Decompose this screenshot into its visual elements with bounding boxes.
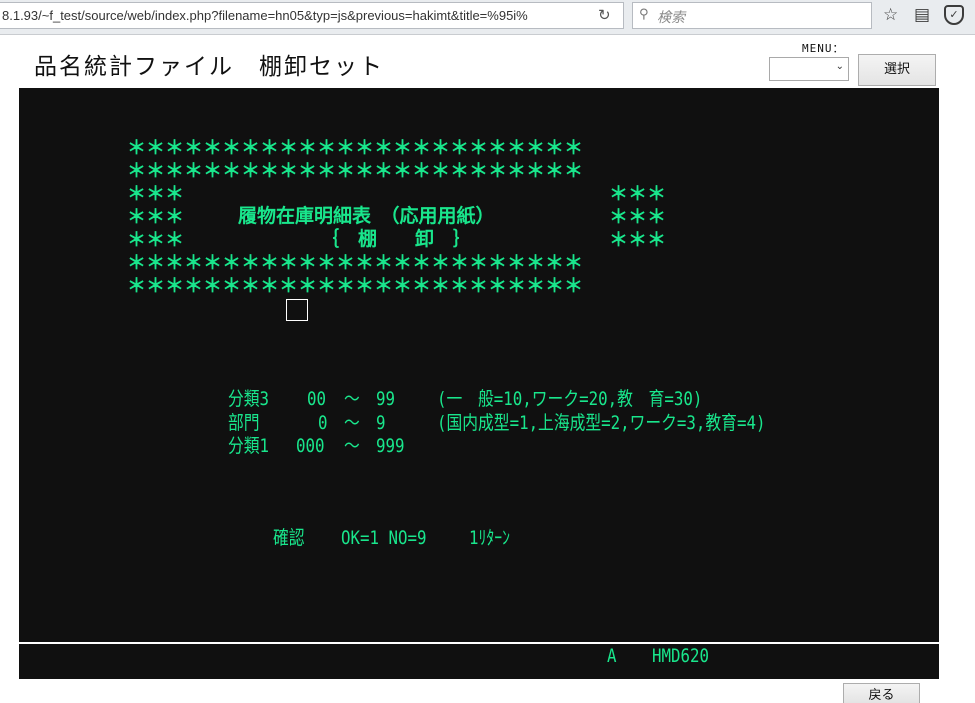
search-icon: ⚲ xyxy=(639,7,649,22)
field-input-bunrui1-from[interactable]: 000 xyxy=(296,435,324,458)
banner-title: 履物在庫明細表 （応用用紙） xyxy=(238,205,495,227)
field-value-bunrui3-to: 99 xyxy=(376,388,395,410)
page-title: 品名統計ファイル 棚卸セット xyxy=(34,54,384,80)
star-icon[interactable]: ☆ xyxy=(883,5,898,25)
status-mode: A xyxy=(607,645,617,667)
pocket-icon[interactable]: ✓ xyxy=(944,5,964,25)
field-note-bunrui3: (一 般=10,ワーク=20,教 育=30) xyxy=(437,388,703,410)
banner-stars-right-3: ＊＊＊ xyxy=(609,229,667,251)
browser-toolbar: 8.1.93/~f_test/source/web/index.php?file… xyxy=(0,0,975,35)
field-value-bumon-to: 9 xyxy=(376,412,386,434)
field-value-bunrui1-to: 999 xyxy=(376,435,405,457)
banner-subtitle: ｛ 棚 卸 ｝ xyxy=(320,228,473,250)
input-cursor xyxy=(286,299,308,321)
reload-icon[interactable]: ↻ xyxy=(598,6,611,24)
field-tilde-3: ～ xyxy=(344,435,360,457)
banner-stars-top-2: ＊＊＊＊＊＊＊＊＊＊＊＊＊＊＊＊＊＊＊＊＊＊＊＊ xyxy=(127,160,584,182)
banner-stars-right-2: ＊＊＊ xyxy=(609,206,667,228)
search-placeholder: 検索 xyxy=(657,10,685,26)
banner-stars-top-1: ＊＊＊＊＊＊＊＊＊＊＊＊＊＊＊＊＊＊＊＊＊＊＊＊ xyxy=(127,137,584,159)
field-tilde-1: ～ xyxy=(344,388,360,410)
search-input[interactable]: ⚲ 検索 xyxy=(632,2,872,29)
field-input-bunrui3-from[interactable]: 00 xyxy=(307,388,326,411)
field-input-bumon-from[interactable]: 0 xyxy=(318,412,328,435)
menu-select[interactable]: ⌄ xyxy=(769,57,849,81)
field-label-bunrui1: 分類1 xyxy=(228,435,270,457)
url-text[interactable]: 8.1.93/~f_test/source/web/index.php?file… xyxy=(2,8,587,23)
banner-stars-bottom-1: ＊＊＊＊＊＊＊＊＊＊＊＊＊＊＊＊＊＊＊＊＊＊＊＊ xyxy=(127,252,584,274)
reader-icon[interactable]: ▤ xyxy=(914,5,930,25)
back-button[interactable]: 戻る xyxy=(843,683,920,703)
banner-stars-bottom-2: ＊＊＊＊＊＊＊＊＊＊＊＊＊＊＊＊＊＊＊＊＊＊＊＊ xyxy=(127,275,584,297)
banner-stars-left-2: ＊＊＊ xyxy=(127,206,185,228)
banner-stars-right-1: ＊＊＊ xyxy=(609,183,667,205)
banner-stars-left-1: ＊＊＊ xyxy=(127,183,185,205)
status-program-id: HMD620 xyxy=(652,645,709,667)
confirm-label: 確認 xyxy=(273,527,305,549)
confirm-hint: 1ﾘﾀｰﾝ xyxy=(469,527,511,549)
status-bar xyxy=(19,644,939,679)
select-button[interactable]: 選択 xyxy=(858,54,936,86)
url-bar[interactable]: 8.1.93/~f_test/source/web/index.php?file… xyxy=(0,2,624,29)
field-label-bumon: 部門 xyxy=(228,412,260,434)
field-label-bunrui3: 分類3 xyxy=(228,388,270,410)
confirm-options: OK=1 NO=9 xyxy=(341,527,427,549)
field-tilde-2: ～ xyxy=(344,412,360,434)
field-note-bumon: (国内成型=1,上海成型=2,ワーク=3,教育=4) xyxy=(437,412,766,434)
banner-stars-left-3: ＊＊＊ xyxy=(127,229,185,251)
menu-label: MENU： xyxy=(802,42,845,55)
chevron-down-icon: ⌄ xyxy=(835,61,844,72)
